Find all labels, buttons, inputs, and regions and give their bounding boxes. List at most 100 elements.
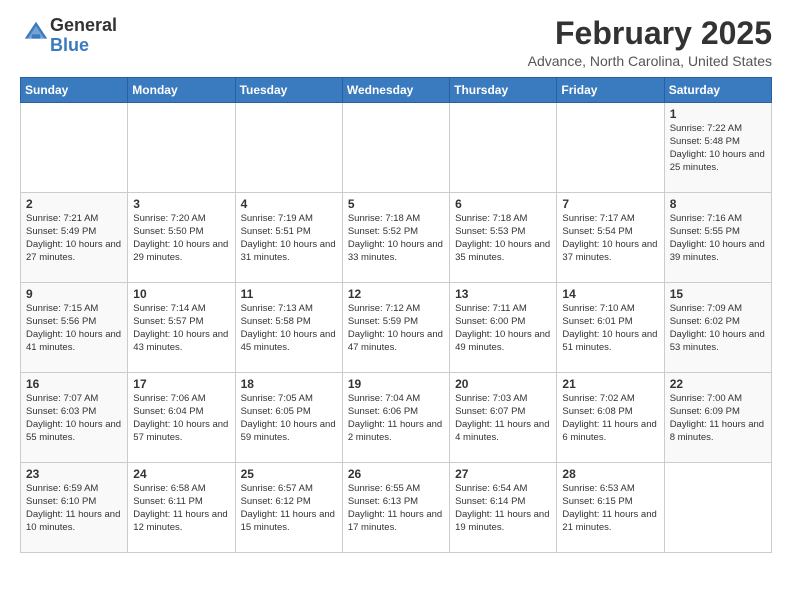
week-row-2: 2 Sunrise: 7:21 AM Sunset: 5:49 PM Daylig… — [21, 193, 772, 283]
day-info: Sunrise: 7:21 AM Sunset: 5:49 PM Dayligh… — [26, 213, 122, 264]
weekday-friday: Friday — [557, 78, 664, 103]
calendar-cell — [664, 463, 771, 553]
calendar-cell: 21Sunrise: 7:02 AM Sunset: 6:08 PM Dayli… — [557, 373, 664, 463]
weekday-saturday: Saturday — [664, 78, 771, 103]
calendar-cell: 22Sunrise: 7:00 AM Sunset: 6:09 PM Dayli… — [664, 373, 771, 463]
day-number: 11 — [241, 287, 337, 301]
calendar-cell: 25Sunrise: 6:57 AM Sunset: 6:12 PM Dayli… — [235, 463, 342, 553]
day-info: Sunrise: 7:06 AM Sunset: 6:04 PM Dayligh… — [133, 393, 229, 444]
calendar-cell: 5 Sunrise: 7:18 AM Sunset: 5:52 PM Daylig… — [342, 193, 449, 283]
logo-icon — [22, 19, 50, 47]
day-number: 4 — [241, 197, 337, 211]
logo-text: General Blue — [50, 16, 117, 56]
day-number: 5 — [348, 197, 444, 211]
day-info: Sunrise: 7:04 AM Sunset: 6:06 PM Dayligh… — [348, 393, 444, 444]
calendar-cell — [21, 103, 128, 193]
day-info: Sunrise: 7:18 AM Sunset: 5:53 PM Dayligh… — [455, 213, 551, 264]
week-row-3: 9 Sunrise: 7:15 AM Sunset: 5:56 PM Daylig… — [21, 283, 772, 373]
day-number: 22 — [670, 377, 766, 391]
day-number: 12 — [348, 287, 444, 301]
logo: General Blue — [20, 16, 117, 56]
weekday-header-row: SundayMondayTuesdayWednesdayThursdayFrid… — [21, 78, 772, 103]
calendar-cell: 27 Sunrise: 6:54 AM Sunset: 6:14 PM Dayli… — [450, 463, 557, 553]
day-number: 26 — [348, 467, 444, 481]
day-info: Sunrise: 7:10 AM Sunset: 6:01 PM Dayligh… — [562, 303, 658, 354]
page-header: General Blue February 2025 Advance, Nort… — [20, 16, 772, 69]
day-info: Sunrise: 6:55 AM Sunset: 6:13 PM Dayligh… — [348, 483, 444, 534]
calendar-cell: 15 Sunrise: 7:09 AM Sunset: 6:02 PM Dayli… — [664, 283, 771, 373]
day-info: Sunrise: 6:59 AM Sunset: 6:10 PM Dayligh… — [26, 483, 122, 534]
day-number: 9 — [26, 287, 122, 301]
calendar-cell: 28 Sunrise: 6:53 AM Sunset: 6:15 PM Dayli… — [557, 463, 664, 553]
calendar-cell: 2 Sunrise: 7:21 AM Sunset: 5:49 PM Daylig… — [21, 193, 128, 283]
day-number: 15 — [670, 287, 766, 301]
day-number: 3 — [133, 197, 229, 211]
day-info: Sunrise: 7:13 AM Sunset: 5:58 PM Dayligh… — [241, 303, 337, 354]
calendar-cell: 4 Sunrise: 7:19 AM Sunset: 5:51 PM Daylig… — [235, 193, 342, 283]
day-info: Sunrise: 7:22 AM Sunset: 5:48 PM Dayligh… — [670, 123, 766, 174]
day-number: 10 — [133, 287, 229, 301]
calendar-cell: 11 Sunrise: 7:13 AM Sunset: 5:58 PM Dayli… — [235, 283, 342, 373]
day-info: Sunrise: 7:05 AM Sunset: 6:05 PM Dayligh… — [241, 393, 337, 444]
week-row-1: 1 Sunrise: 7:22 AM Sunset: 5:48 PM Daylig… — [21, 103, 772, 193]
calendar-cell: 3 Sunrise: 7:20 AM Sunset: 5:50 PM Daylig… — [128, 193, 235, 283]
logo-general: General — [50, 15, 117, 35]
day-info: Sunrise: 6:54 AM Sunset: 6:14 PM Dayligh… — [455, 483, 551, 534]
calendar-cell: 13 Sunrise: 7:11 AM Sunset: 6:00 PM Dayli… — [450, 283, 557, 373]
day-number: 21 — [562, 377, 658, 391]
week-row-5: 23 Sunrise: 6:59 AM Sunset: 6:10 PM Dayli… — [21, 463, 772, 553]
day-info: Sunrise: 7:09 AM Sunset: 6:02 PM Dayligh… — [670, 303, 766, 354]
day-number: 13 — [455, 287, 551, 301]
day-info: Sunrise: 7:15 AM Sunset: 5:56 PM Dayligh… — [26, 303, 122, 354]
day-info: Sunrise: 7:17 AM Sunset: 5:54 PM Dayligh… — [562, 213, 658, 264]
calendar-cell — [342, 103, 449, 193]
day-number: 19 — [348, 377, 444, 391]
day-info: Sunrise: 6:53 AM Sunset: 6:15 PM Dayligh… — [562, 483, 658, 534]
calendar-cell — [557, 103, 664, 193]
calendar-cell: 26 Sunrise: 6:55 AM Sunset: 6:13 PM Dayli… — [342, 463, 449, 553]
calendar-cell: 7 Sunrise: 7:17 AM Sunset: 5:54 PM Daylig… — [557, 193, 664, 283]
day-number: 7 — [562, 197, 658, 211]
calendar-cell: 10Sunrise: 7:14 AM Sunset: 5:57 PM Dayli… — [128, 283, 235, 373]
day-number: 27 — [455, 467, 551, 481]
calendar-cell: 17Sunrise: 7:06 AM Sunset: 6:04 PM Dayli… — [128, 373, 235, 463]
calendar-cell — [235, 103, 342, 193]
weekday-monday: Monday — [128, 78, 235, 103]
calendar-cell: 12 Sunrise: 7:12 AM Sunset: 5:59 PM Dayli… — [342, 283, 449, 373]
day-info: Sunrise: 7:07 AM Sunset: 6:03 PM Dayligh… — [26, 393, 122, 444]
day-info: Sunrise: 7:18 AM Sunset: 5:52 PM Dayligh… — [348, 213, 444, 264]
day-info: Sunrise: 7:11 AM Sunset: 6:00 PM Dayligh… — [455, 303, 551, 354]
weekday-thursday: Thursday — [450, 78, 557, 103]
weekday-tuesday: Tuesday — [235, 78, 342, 103]
calendar-cell: 8 Sunrise: 7:16 AM Sunset: 5:55 PM Daylig… — [664, 193, 771, 283]
calendar-table: SundayMondayTuesdayWednesdayThursdayFrid… — [20, 77, 772, 553]
weekday-wednesday: Wednesday — [342, 78, 449, 103]
day-number: 28 — [562, 467, 658, 481]
day-number: 8 — [670, 197, 766, 211]
day-number: 24 — [133, 467, 229, 481]
logo-blue: Blue — [50, 35, 89, 55]
calendar-cell: 16Sunrise: 7:07 AM Sunset: 6:03 PM Dayli… — [21, 373, 128, 463]
calendar-cell: 19 Sunrise: 7:04 AM Sunset: 6:06 PM Dayli… — [342, 373, 449, 463]
day-info: Sunrise: 6:58 AM Sunset: 6:11 PM Dayligh… — [133, 483, 229, 534]
calendar-cell: 20Sunrise: 7:03 AM Sunset: 6:07 PM Dayli… — [450, 373, 557, 463]
calendar-cell — [128, 103, 235, 193]
calendar-cell: 24 Sunrise: 6:58 AM Sunset: 6:11 PM Dayli… — [128, 463, 235, 553]
calendar-cell: 9 Sunrise: 7:15 AM Sunset: 5:56 PM Daylig… — [21, 283, 128, 373]
calendar-cell: 18 Sunrise: 7:05 AM Sunset: 6:05 PM Dayli… — [235, 373, 342, 463]
calendar-cell: 6 Sunrise: 7:18 AM Sunset: 5:53 PM Daylig… — [450, 193, 557, 283]
day-number: 23 — [26, 467, 122, 481]
week-row-4: 16Sunrise: 7:07 AM Sunset: 6:03 PM Dayli… — [21, 373, 772, 463]
day-number: 18 — [241, 377, 337, 391]
day-number: 6 — [455, 197, 551, 211]
weekday-sunday: Sunday — [21, 78, 128, 103]
day-info: Sunrise: 7:12 AM Sunset: 5:59 PM Dayligh… — [348, 303, 444, 354]
day-info: Sunrise: 7:16 AM Sunset: 5:55 PM Dayligh… — [670, 213, 766, 264]
day-number: 14 — [562, 287, 658, 301]
day-number: 1 — [670, 107, 766, 121]
title-block: February 2025 Advance, North Carolina, U… — [528, 16, 772, 69]
day-number: 2 — [26, 197, 122, 211]
day-info: Sunrise: 6:57 AM Sunset: 6:12 PM Dayligh… — [241, 483, 337, 534]
day-info: Sunrise: 7:19 AM Sunset: 5:51 PM Dayligh… — [241, 213, 337, 264]
day-info: Sunrise: 7:20 AM Sunset: 5:50 PM Dayligh… — [133, 213, 229, 264]
